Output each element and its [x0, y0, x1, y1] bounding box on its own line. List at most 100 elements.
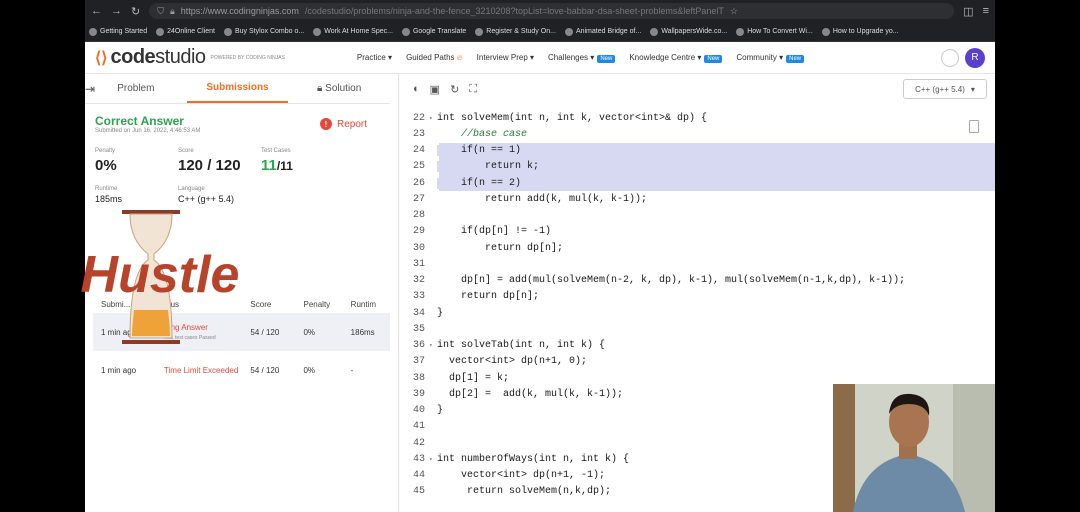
- nav-challenges[interactable]: Challenges ▾ New: [548, 53, 616, 63]
- code-text: int numberOfWays(int n, int k) {: [437, 453, 630, 465]
- bookmark-item[interactable]: How to Upgrade yo...: [821, 27, 899, 36]
- code-text: dp[1] = k;: [437, 372, 510, 384]
- nav-community[interactable]: Community ▾ New: [736, 53, 805, 63]
- save-icon[interactable]: ▣: [430, 83, 440, 96]
- nav-guided-paths[interactable]: Guided Paths 🔥︎: [406, 53, 463, 63]
- table-row[interactable]: 1 min ago Time Limit Exceeded 54 / 120 0…: [93, 351, 390, 389]
- code-line[interactable]: 25 return k;: [399, 158, 995, 175]
- code-line[interactable]: 36 ▾ int solveTab(int n, int k) {: [399, 338, 995, 354]
- shield-icon: ⛉: [157, 5, 164, 16]
- alert-icon: !: [320, 118, 332, 130]
- code-line[interactable]: 24 if(n == 1): [399, 142, 995, 159]
- code-text: }: [437, 307, 444, 319]
- new-badge: New: [786, 55, 805, 63]
- bookmark-item[interactable]: How To Convert Wi...: [736, 27, 813, 36]
- codestudio-logo[interactable]: ⟨⟩ codestudio POWERED BY CODING NINJAS: [95, 46, 285, 69]
- nav-interview-prep[interactable]: Interview Prep ▾: [477, 53, 534, 62]
- bookmark-item[interactable]: Google Translate: [401, 27, 466, 36]
- col-runtime: Runtim: [350, 300, 377, 309]
- line-number: 32: [412, 275, 425, 287]
- reset-icon[interactable]: ↻: [450, 83, 459, 96]
- avatar[interactable]: R: [965, 47, 985, 68]
- testcases-total: /11: [276, 159, 293, 173]
- stats-row: Penalty 0% Score 120 / 120 Test Cases 11/11: [95, 148, 380, 174]
- collapse-icon[interactable]: ⇥: [85, 82, 95, 96]
- code-text: return dp[n];: [437, 242, 564, 254]
- hustle-text: Hustle: [81, 246, 240, 304]
- line-number: 40: [412, 405, 425, 417]
- bookmark-item[interactable]: Register & Study On...: [475, 27, 556, 36]
- line-number: 42: [412, 437, 425, 449]
- reload-icon[interactable]: ↻: [131, 5, 140, 18]
- report-button[interactable]: ! Report: [320, 118, 367, 130]
- code-line[interactable]: 35: [399, 321, 995, 337]
- score-label: Score: [178, 148, 194, 154]
- star-icon[interactable]: ☆: [730, 6, 738, 17]
- line-number: 34: [412, 307, 425, 319]
- tab-submissions[interactable]: Submissions: [186, 74, 289, 103]
- bookmark-item[interactable]: 24Online Client: [156, 27, 215, 36]
- nav-knowledge-centre[interactable]: Knowledge Centre ▾ New: [629, 53, 723, 63]
- bookmark-item[interactable]: Animated Bridge of...: [564, 27, 641, 36]
- fullscreen-icon[interactable]: ⛶: [469, 83, 477, 96]
- bookmark-icon: [821, 27, 830, 36]
- browser-toolbar: ← → ↻ ⛉ 🔒︎ https://www.codingninjas.com /…: [85, 0, 995, 22]
- bookmark-item[interactable]: Getting Started: [89, 27, 147, 36]
- code-line[interactable]: 26 if(n == 2): [399, 175, 995, 192]
- runtime-label: Runtime: [95, 186, 118, 192]
- back-icon[interactable]: ←: [91, 5, 102, 17]
- line-number: 45: [412, 486, 425, 498]
- col-penalty: Penalty: [303, 300, 331, 309]
- code-line[interactable]: 28: [399, 208, 995, 224]
- lock-icon: 🔒︎: [169, 5, 175, 16]
- fold-icon[interactable]: ▾: [429, 456, 437, 463]
- bookmark-item[interactable]: Buy Stylox Combo o...: [223, 27, 304, 36]
- testcases-passed: 11: [261, 157, 277, 174]
- tab-problem[interactable]: Problem: [85, 75, 187, 102]
- language-select[interactable]: C++ (g++ 5.4) ▾: [903, 79, 987, 99]
- row-time: 1 min ago: [101, 365, 137, 375]
- forward-icon[interactable]: →: [111, 5, 122, 17]
- row-status: Time Limit Exceeded: [163, 365, 239, 375]
- line-number: 44: [412, 470, 425, 482]
- code-line[interactable]: 27 return add(k, mul(k, k-1));: [399, 191, 995, 207]
- code-line[interactable]: 33 return dp[n];: [399, 289, 995, 305]
- fold-icon[interactable]: ▾: [429, 115, 437, 122]
- code-line[interactable]: 34}: [399, 305, 995, 321]
- bookmark-item[interactable]: Work At Home Spec...: [313, 27, 393, 36]
- menu-icon[interactable]: ≡: [983, 5, 989, 17]
- nav-guided-paths-label: Guided Paths: [406, 52, 455, 62]
- code-line[interactable]: 32 dp[n] = add(mul(solveMem(n-2, k, dp),…: [399, 273, 995, 289]
- bookmark-item[interactable]: WallpapersWide.co...: [650, 27, 727, 36]
- nav-practice[interactable]: Practice ▾: [357, 53, 392, 62]
- notification-icon[interactable]: 🔔︎: [941, 48, 959, 67]
- code-line[interactable]: 23 //base case: [399, 126, 995, 142]
- line-number: 36: [412, 340, 425, 352]
- theme-toggle-icon[interactable]: ◐: [413, 83, 420, 95]
- code-text: //base case: [437, 128, 528, 140]
- code-line[interactable]: 30 return dp[n];: [399, 240, 995, 256]
- line-number: 22: [412, 112, 425, 124]
- code-line[interactable]: 31: [399, 256, 995, 272]
- line-number: 38: [412, 372, 425, 384]
- bookmarks-bar: Getting Started 24Online Client Buy Stylox…: [85, 22, 995, 42]
- code-text: vector<int> dp(n+1, -1);: [437, 470, 606, 482]
- tab-solution[interactable]: 🔒︎ Solution: [288, 75, 390, 102]
- col-score: Score: [250, 300, 272, 309]
- penalty-value: 0%: [95, 157, 117, 174]
- pocket-icon[interactable]: ◫: [963, 5, 973, 18]
- bookmark-label: Register & Study On...: [486, 28, 556, 35]
- code-text: dp[n] = add(mul(solveMem(n-2, k, dp), k-…: [437, 275, 906, 287]
- code-line[interactable]: 22 ▾ int solveMem(int n, int k, vector<int…: [399, 110, 995, 126]
- fold-icon[interactable]: ▾: [429, 342, 437, 349]
- site-header: ⟨⟩ codestudio POWERED BY CODING NINJAS P…: [85, 42, 995, 74]
- url-bar[interactable]: ⛉ 🔒︎ https://www.codingninjas.com/codest…: [149, 3, 955, 19]
- nav-knowledge-label: Knowledge Centre ▾: [629, 53, 702, 62]
- runtime-row: Runtime 185ms Language C++ (g++ 5.4): [95, 186, 380, 204]
- code-line[interactable]: 29 if(dp[n] != -1): [399, 224, 995, 240]
- bookmark-label: How to Upgrade yo...: [832, 28, 899, 35]
- new-badge: New: [704, 55, 723, 63]
- flame-icon: 🔥︎: [456, 52, 463, 62]
- code-line[interactable]: 37 vector<int> dp(n+1, 0);: [399, 354, 995, 370]
- bookmark-icon: [89, 27, 97, 36]
